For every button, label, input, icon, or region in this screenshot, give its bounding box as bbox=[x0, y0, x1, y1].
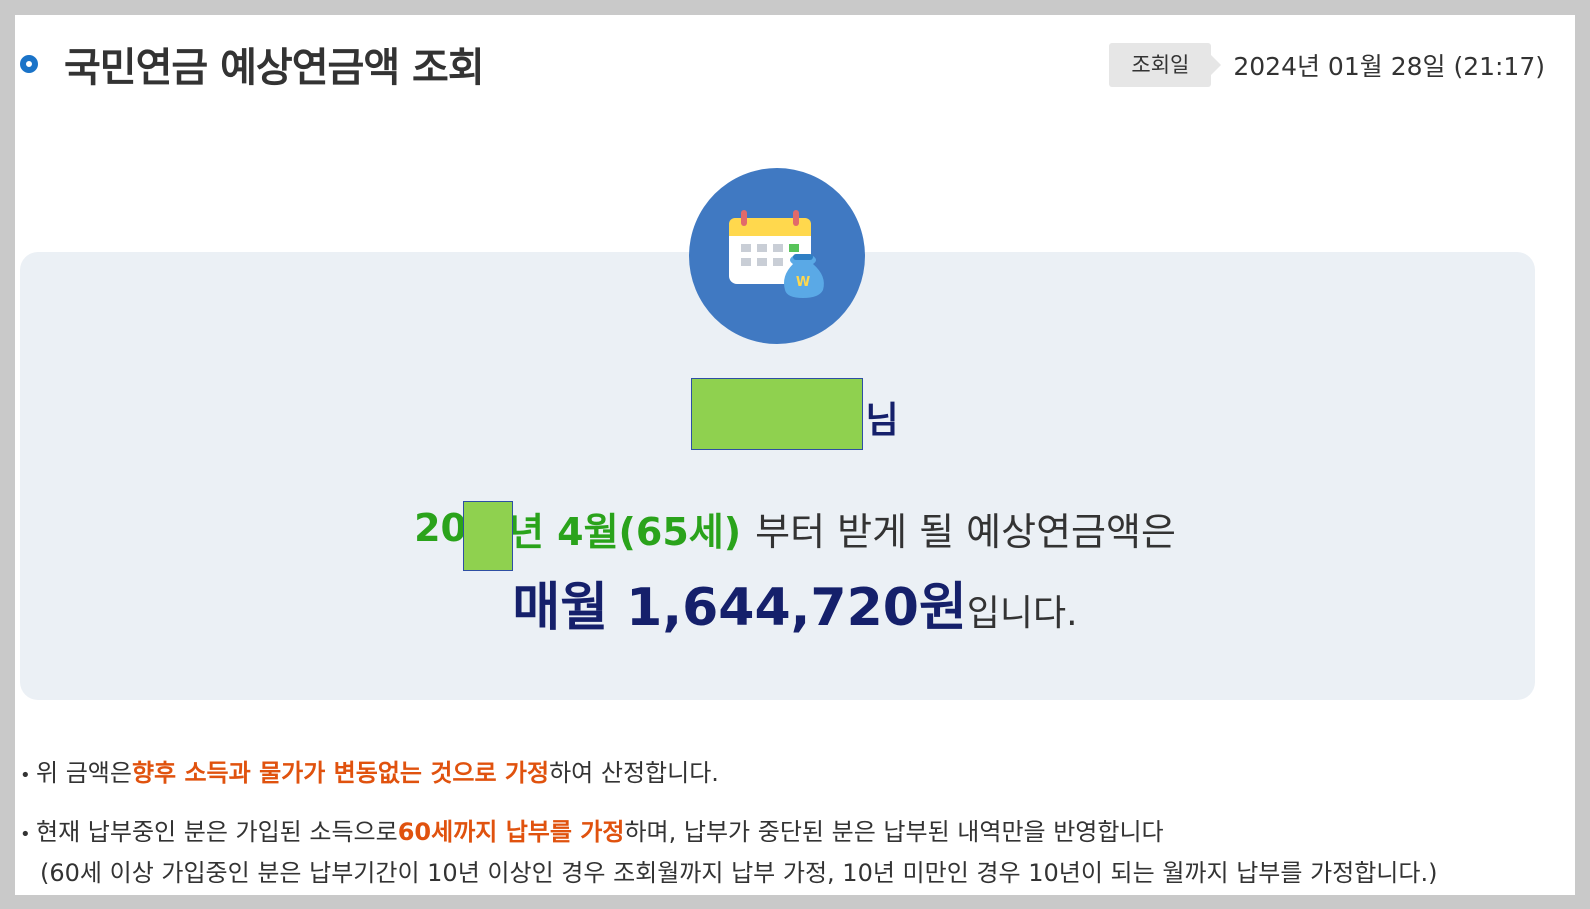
honorific-suffix: 님 bbox=[865, 400, 899, 441]
bullet-icon: • bbox=[20, 824, 31, 845]
monthly-pension-amount: 매월 1,644,720원 bbox=[512, 578, 967, 638]
page-frame: 국민연금 예상연금액 조회 조회일 2024년 01월 28일 (21:17) … bbox=[15, 15, 1575, 895]
inquiry-date-label: 조회일 bbox=[1109, 43, 1222, 87]
note1-highlight: 향후 소득과 물가가 변동없는 것으로 가정 bbox=[131, 759, 550, 787]
bullet-icon: • bbox=[20, 765, 31, 786]
circle-bullet-icon bbox=[20, 55, 38, 73]
note1-before: 위 금액은 bbox=[36, 759, 132, 787]
amount-tail-text: 입니다. bbox=[966, 593, 1078, 634]
redacted-year bbox=[462, 501, 513, 571]
note-item: • 위 금액은 향후 소득과 물가가 변동없는 것으로 가정 하여 산정합니다. bbox=[20, 753, 1437, 788]
note2-after: 하며, 납부가 중단된 분은 납부된 내역만을 반영합니다 bbox=[624, 818, 1164, 846]
note1-after: 하여 산정합니다. bbox=[549, 759, 719, 787]
note2-highlight: 60세까지 납부를 가정 bbox=[397, 818, 625, 846]
svg-text:W: W bbox=[796, 275, 810, 290]
pension-start-row: 20 년 4월(65세) 부터 받게 될 예상연금액은 bbox=[15, 493, 1575, 571]
pension-start-text: 부터 받게 될 예상연금액은 bbox=[755, 509, 1176, 554]
calendar-money-bag-icon: W bbox=[689, 168, 865, 344]
start-year-suffix: 년 4월(65세) bbox=[508, 509, 742, 554]
note2-before: 현재 납부중인 분은 가입된 소득으로 bbox=[36, 818, 398, 846]
page-title: 국민연금 예상연금액 조회 bbox=[64, 45, 485, 91]
start-year-prefix: 20 bbox=[414, 506, 467, 550]
redacted-name bbox=[691, 378, 864, 450]
pension-start-date: 20 년 4월(65세) bbox=[414, 493, 742, 571]
notes-list: • 위 금액은 향후 소득과 물가가 변동없는 것으로 가정 하여 산정합니다.… bbox=[20, 753, 1437, 888]
page-header: 국민연금 예상연금액 조회 bbox=[20, 35, 485, 93]
recipient-name-row: 님 bbox=[15, 378, 1575, 450]
inquiry-date: 조회일 2024년 01월 28일 (21:17) bbox=[1109, 43, 1545, 87]
pension-amount-row: 매월 1,644,720원 입니다. bbox=[15, 565, 1575, 640]
note2-sub: (60세 이상 가입중인 분은 납부기간이 10년 이상인 경우 조회월까지 납… bbox=[40, 859, 1438, 887]
note-item: • 현재 납부중인 분은 가입된 소득으로 60세까지 납부를 가정 하며, 납… bbox=[20, 812, 1437, 847]
inquiry-date-value: 2024년 01월 28일 (21:17) bbox=[1233, 52, 1545, 81]
